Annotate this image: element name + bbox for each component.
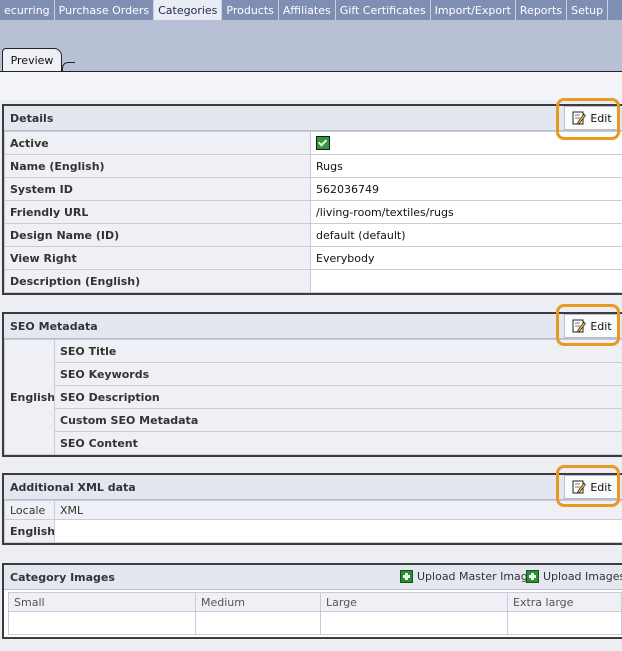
seo-field: SEO Title <box>54 339 622 363</box>
seo-panel: SEO Metadata Edit English SEO Title SEO … <box>2 312 622 457</box>
row-value: Rugs <box>310 154 622 178</box>
column-header: XML <box>54 500 622 520</box>
content-strip <box>0 71 622 100</box>
xml-value <box>54 519 622 543</box>
row-label: Design Name (ID) <box>4 223 311 247</box>
column-header: Extra large <box>507 592 622 612</box>
row-value: Everybody <box>310 246 622 270</box>
table-row: English SEO Title <box>4 339 622 455</box>
upload-master-label: Upload Master Image <box>417 570 535 583</box>
table-row: Active <box>4 131 622 155</box>
details-edit-button[interactable]: Edit <box>564 106 620 130</box>
table-row: SEO Description <box>5 385 622 409</box>
nav-tab-products[interactable]: Products <box>222 0 279 20</box>
table-row: Design Name (ID) default (default) <box>4 223 622 247</box>
table-row: SEO Keywords <box>5 362 622 386</box>
edit-icon <box>572 319 587 333</box>
edit-icon <box>572 111 587 125</box>
nav-tab-import-export[interactable]: Import/Export <box>431 0 516 20</box>
nav-tab-affiliates[interactable]: Affiliates <box>279 0 336 20</box>
table-row: SEO Content <box>5 431 622 455</box>
image-cell-extra-large <box>507 611 622 635</box>
xml-header: Additional XML data Edit <box>4 475 622 500</box>
table-row: Custom SEO Metadata <box>5 408 622 432</box>
image-cell-large <box>320 611 508 635</box>
table-row: Description (English) <box>4 269 622 293</box>
images-panel: Category Images Upload Master Image Uplo… <box>2 563 622 639</box>
active-checkbox-icon <box>316 136 330 150</box>
row-value: default (default) <box>310 223 622 247</box>
nav-tab-recurring[interactable]: ecurring <box>0 0 55 20</box>
image-cell-small <box>8 611 196 635</box>
row-label: Description (English) <box>4 269 311 293</box>
xml-edit-button[interactable]: Edit <box>564 475 620 499</box>
edit-label: Edit <box>590 480 612 494</box>
seo-locale: English <box>4 339 55 455</box>
edit-label: Edit <box>590 319 612 333</box>
nav-tab-categories[interactable]: Categories <box>154 0 223 20</box>
nav-tab-gift-certificates[interactable]: Gift Certificates <box>336 0 431 20</box>
table-header-row: Locale XML <box>4 500 622 520</box>
column-header: Medium <box>195 592 321 612</box>
edit-label: Edit <box>590 111 612 125</box>
sub-toolbar <box>0 20 622 71</box>
table-row: Friendly URL /living-room/textiles/rugs <box>4 200 622 224</box>
details-table: Active Name (English) Rugs System ID 562… <box>4 131 622 293</box>
images-table: Small Medium Large Extra large <box>8 592 622 635</box>
seo-edit-button[interactable]: Edit <box>564 314 620 338</box>
upload-images-label: Upload Images p <box>543 570 622 583</box>
table-row: English <box>4 519 622 543</box>
nav-tab-purchase-orders[interactable]: Purchase Orders <box>55 0 155 20</box>
preview-tab[interactable]: Preview <box>2 48 62 72</box>
xml-table: Locale XML English <box>4 500 622 543</box>
image-cell-medium <box>195 611 321 635</box>
row-label: Name (English) <box>4 154 311 178</box>
upload-images-button[interactable]: Upload Images p <box>526 570 622 583</box>
nav-tab-setup[interactable]: Setup <box>567 0 609 20</box>
xml-panel: Additional XML data Edit Locale XML Engl… <box>2 473 622 545</box>
seo-field: SEO Keywords <box>54 362 622 386</box>
table-row <box>8 611 622 635</box>
row-label: Friendly URL <box>4 200 311 224</box>
nav-tab-reports[interactable]: Reports <box>516 0 568 20</box>
seo-header: SEO Metadata Edit <box>4 314 622 339</box>
column-header: Large <box>320 592 508 612</box>
details-header: Details Edit <box>4 106 622 131</box>
xml-locale: English <box>4 519 55 543</box>
images-title: Category Images <box>10 570 115 584</box>
add-icon <box>526 570 539 583</box>
row-label: Active <box>4 131 311 155</box>
table-row: System ID 562036749 <box>4 177 622 201</box>
row-value: 562036749 <box>310 177 622 201</box>
seo-table: English SEO Title SEO Keywords SEO Descr… <box>4 339 622 455</box>
row-value: /living-room/textiles/rugs <box>310 200 622 224</box>
row-label: System ID <box>4 177 311 201</box>
row-label: View Right <box>4 246 311 270</box>
column-header: Small <box>8 592 196 612</box>
seo-field: SEO Content <box>54 431 622 455</box>
seo-title: SEO Metadata <box>10 319 98 333</box>
table-header-row: Small Medium Large Extra large <box>8 592 622 612</box>
row-value <box>310 269 622 293</box>
column-header: Locale <box>4 500 55 520</box>
active-value <box>310 131 622 155</box>
seo-field: Custom SEO Metadata <box>54 408 622 432</box>
upload-master-button[interactable]: Upload Master Image <box>400 570 535 583</box>
main-nav: ecurring Purchase Orders Categories Prod… <box>0 0 622 20</box>
edit-icon <box>572 480 587 494</box>
images-header: Category Images Upload Master Image Uplo… <box>4 565 622 590</box>
xml-title: Additional XML data <box>10 480 136 494</box>
seo-field: SEO Description <box>54 385 622 409</box>
details-panel: Details Edit Active Name (English) Rugs … <box>2 104 622 295</box>
table-row: Name (English) Rugs <box>4 154 622 178</box>
details-title: Details <box>10 111 54 125</box>
add-icon <box>400 570 413 583</box>
table-row: View Right Everybody <box>4 246 622 270</box>
